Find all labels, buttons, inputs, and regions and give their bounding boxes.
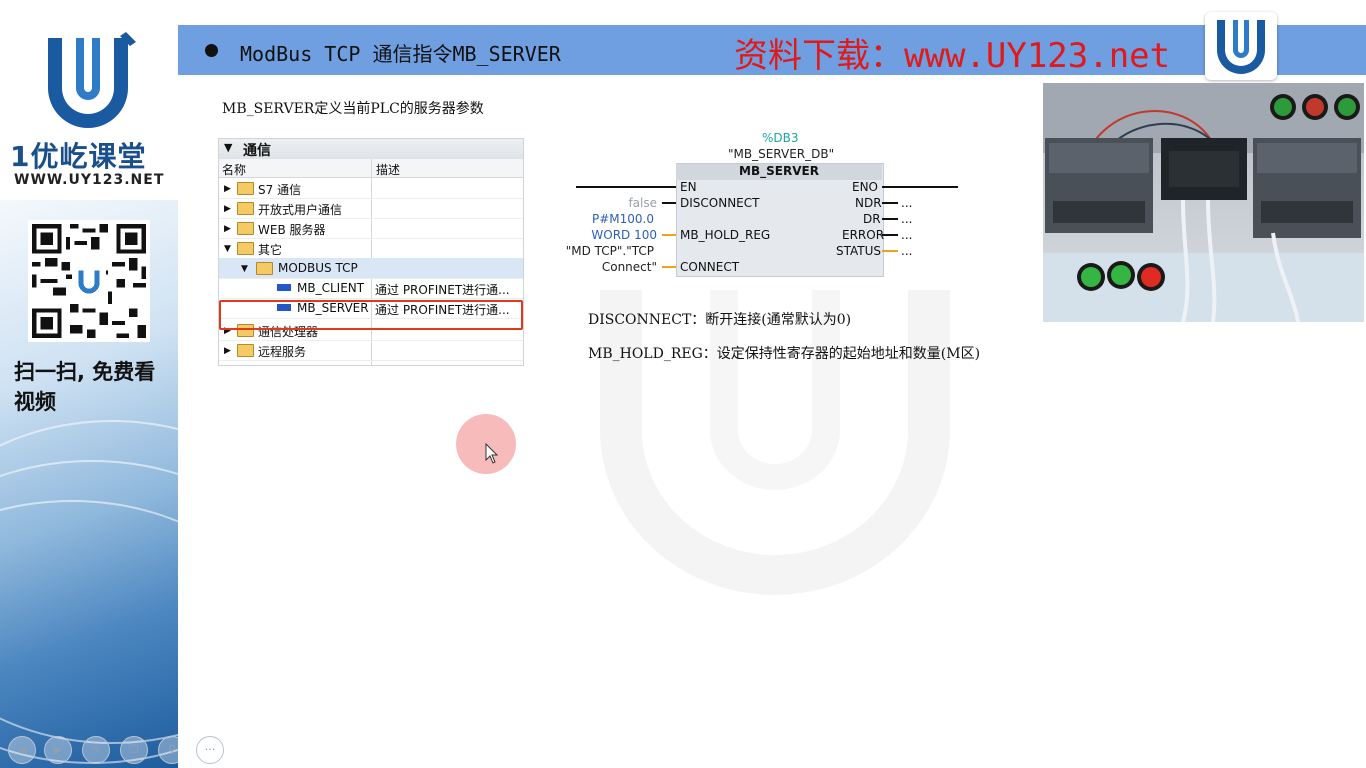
tree-row-label: MODBUS TCP	[278, 261, 358, 275]
connect-value-2[interactable]: Connect"	[560, 260, 657, 274]
tree-row-label: 远程服务	[258, 345, 307, 359]
output-placeholder[interactable]: ...	[901, 212, 912, 226]
folder-icon	[237, 222, 254, 235]
sidebar: 1优屹课堂 WWW.UY123.NET 扫一扫, 免费看视频 ◀ ▶ ✎ ❐ ⚲	[0, 0, 178, 768]
watermark-logo-icon	[600, 290, 950, 595]
power-rail-in	[576, 186, 676, 188]
folder-icon	[237, 202, 254, 215]
disconnect-description: DISCONNECT：断开连接(通常默认为0)	[588, 312, 852, 328]
db-address: %DB3	[762, 131, 799, 145]
header-logo	[1205, 12, 1277, 80]
folder-icon	[237, 344, 254, 357]
pin-error: ERROR	[842, 228, 885, 242]
scan-hint: 扫一扫, 免费看视频	[14, 360, 156, 414]
tree-row-open-comm[interactable]: ▶ 开放式用户通信	[219, 198, 523, 219]
zoom-icon[interactable]: ⚲	[158, 736, 178, 764]
pin-wire	[662, 234, 676, 236]
chevron-down-icon[interactable]: ▼	[224, 141, 232, 154]
pen-icon[interactable]: ✎	[82, 736, 110, 764]
brand-logo-icon	[1217, 20, 1265, 74]
brand-name: 1优屹课堂	[10, 140, 147, 173]
chevron-right-icon[interactable]: ▶	[224, 346, 231, 356]
tree-row-remote[interactable]: ▶ 远程服务	[219, 340, 523, 361]
hold-reg-length[interactable]: WORD 100	[560, 228, 657, 242]
next-icon[interactable]: ▶	[44, 736, 72, 764]
tree-row-s7[interactable]: ▶ S7 通信	[219, 178, 523, 199]
plc-hardware-photo	[1043, 83, 1364, 322]
qr-code	[28, 220, 150, 342]
tree-row-label: MB_CLIENT	[297, 281, 365, 295]
block-title: MB_SERVER	[676, 164, 882, 180]
folder-icon	[237, 182, 254, 195]
tree-row-mb-client[interactable]: MB_CLIENT 通过 PROFINET进行通...	[219, 278, 523, 299]
output-placeholder[interactable]: ...	[901, 196, 912, 210]
pin-wire	[882, 234, 898, 236]
col-desc-header[interactable]: 描述	[376, 161, 400, 178]
chevron-right-icon[interactable]: ▶	[224, 204, 231, 214]
copy-icon[interactable]: ❐	[120, 736, 148, 764]
function-block-icon	[277, 284, 291, 291]
tree-row-label: WEB 服务器	[258, 223, 326, 237]
pin-wire	[882, 202, 898, 204]
output-placeholder[interactable]: ...	[901, 244, 912, 258]
tree-row-label: 开放式用户通信	[258, 203, 343, 217]
pin-en: EN	[680, 180, 697, 194]
pin-connect: CONNECT	[680, 260, 740, 274]
folder-icon	[256, 262, 273, 275]
bullet-icon	[205, 44, 218, 57]
tree-row-web[interactable]: ▶ WEB 服务器	[219, 218, 523, 239]
col-name-header[interactable]: 名称	[222, 161, 246, 178]
connect-value-1[interactable]: "MD TCP"."TCP	[560, 244, 654, 258]
hold-reg-pointer[interactable]: P#M100.0	[560, 212, 654, 226]
tree-row-modbus-tcp[interactable]: ▼ MODBUS TCP	[219, 258, 523, 279]
tree-group-header[interactable]: ▼ 通信	[219, 139, 523, 160]
brand-url: WWW.UY123.NET	[14, 172, 165, 188]
pin-dr: DR	[863, 212, 881, 226]
chevron-right-icon[interactable]: ▶	[224, 224, 231, 234]
power-rail-out	[882, 186, 958, 188]
tree-row-other[interactable]: ▼ 其它	[219, 238, 523, 259]
subtitle: MB_SERVER定义当前PLC的服务器参数	[222, 101, 484, 117]
chevron-down-icon[interactable]: ▼	[241, 264, 248, 274]
selection-highlight-box	[219, 300, 523, 330]
prev-icon[interactable]: ◀	[8, 736, 36, 764]
instruction-tree: ▼ 通信 名称 描述 ▶ S7 通信 ▶ 开放式用户通信 ▶ WEB 服务器 ▼…	[218, 138, 524, 366]
tree-row-label: S7 通信	[258, 183, 302, 197]
db-name: "MB_SERVER_DB"	[728, 147, 835, 161]
chevron-right-icon[interactable]: ▶	[224, 184, 231, 194]
brand-logo-icon	[48, 32, 136, 128]
disconnect-value[interactable]: false	[600, 196, 657, 210]
chevron-down-icon[interactable]: ▼	[224, 244, 231, 254]
tree-row-label: 其它	[258, 243, 283, 257]
download-banner: 资料下载：www.UY123.net	[734, 36, 1171, 76]
pin-eno: ENO	[852, 180, 879, 194]
pin-status: STATUS	[836, 244, 882, 258]
tree-row-desc: 通过 PROFINET进行通...	[375, 283, 510, 297]
hold-reg-description: MB_HOLD_REG：设定保持性寄存器的起始地址和数量(M区)	[588, 346, 981, 362]
pin-wire	[882, 250, 898, 252]
pin-wire	[662, 266, 676, 268]
cursor-icon	[485, 442, 499, 464]
folder-icon	[237, 242, 254, 255]
pin-ndr: NDR	[855, 196, 882, 210]
pin-mb-hold-reg: MB_HOLD_REG	[680, 228, 771, 242]
pin-wire	[882, 218, 898, 220]
more-icon[interactable]: ···	[196, 736, 224, 764]
slide-title: ModBus TCP 通信指令MB_SERVER	[240, 42, 561, 66]
cursor-highlight	[456, 414, 516, 474]
output-placeholder[interactable]: ...	[901, 228, 912, 242]
pin-disconnect: DISCONNECT	[680, 196, 760, 210]
pin-wire	[662, 202, 676, 204]
tree-group-label: 通信	[243, 143, 271, 159]
